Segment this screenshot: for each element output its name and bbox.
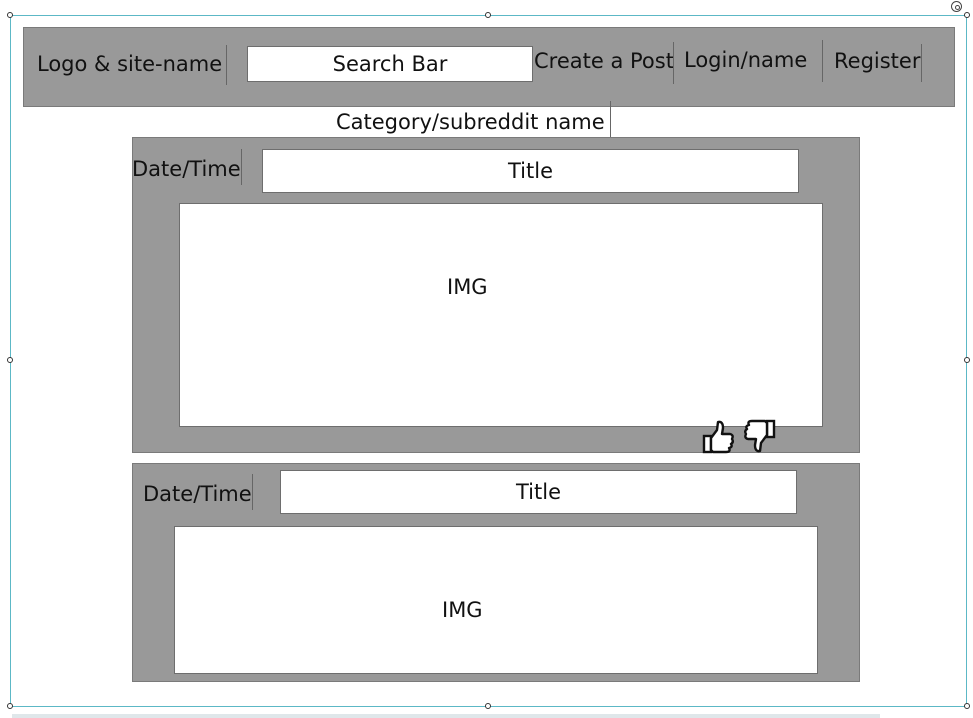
wireframe-canvas: Logo & site-name Search Bar Create a Pos… <box>0 0 973 718</box>
post-title[interactable]: Title <box>280 470 797 514</box>
post-divider <box>252 474 253 510</box>
resize-handle-right[interactable] <box>964 357 970 363</box>
create-post-link[interactable]: Create a Post <box>534 51 674 72</box>
post-image-label: IMG <box>442 598 483 622</box>
post-divider <box>241 149 242 185</box>
post-date-time: Date/Time <box>143 482 252 506</box>
resize-handle-top-right[interactable] <box>964 12 970 18</box>
header-divider <box>822 40 823 82</box>
header-divider <box>226 45 227 85</box>
resize-handle-top-left[interactable] <box>7 12 13 18</box>
login-link[interactable]: Login/name <box>684 50 807 71</box>
register-link[interactable]: Register <box>834 51 920 72</box>
thumbs-down-icon[interactable] <box>743 418 777 454</box>
post-image-label: IMG <box>447 275 488 299</box>
resize-handle-bottom-left[interactable] <box>7 703 13 709</box>
header-divider <box>921 44 922 82</box>
resize-handle-bottom-right[interactable] <box>964 703 970 709</box>
post-image[interactable] <box>179 203 823 427</box>
bottom-scroll-strip <box>12 714 880 718</box>
resize-handle-bottom[interactable] <box>485 703 491 709</box>
thumbs-up-icon[interactable] <box>701 419 735 455</box>
resize-handle-left[interactable] <box>7 357 13 363</box>
post-title[interactable]: Title <box>262 149 799 193</box>
post-image[interactable] <box>174 526 818 674</box>
header-divider <box>673 42 674 84</box>
post-date-time: Date/Time <box>132 157 241 181</box>
search-bar[interactable]: Search Bar <box>247 46 533 82</box>
category-divider <box>610 101 611 137</box>
rotate-handle-icon[interactable] <box>951 1 962 12</box>
resize-handle-top[interactable] <box>485 12 491 18</box>
category-name[interactable]: Category/subreddit name <box>336 112 605 133</box>
logo-site-name[interactable]: Logo & site-name <box>37 54 222 75</box>
